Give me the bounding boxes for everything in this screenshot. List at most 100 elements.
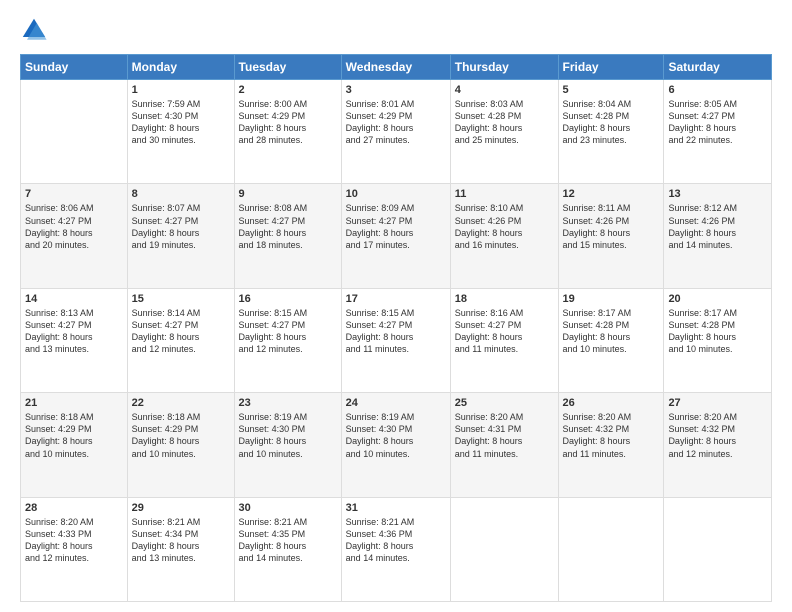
- calendar-cell: 2Sunrise: 8:00 AM Sunset: 4:29 PM Daylig…: [234, 80, 341, 184]
- calendar-cell: 1 Sunrise: 7:59 AM Sunset: 4:30 PM Daylig…: [127, 80, 234, 184]
- day-info: Sunrise: 8:18 AM Sunset: 4:29 PM Dayligh…: [132, 411, 230, 460]
- calendar-cell: 18 Sunrise: 8:16 AM Sunset: 4:27 PM Dayli…: [450, 288, 558, 392]
- day-number: 14: [25, 293, 123, 305]
- logo-icon: [20, 16, 48, 44]
- day-info: Sunrise: 8:12 AM Sunset: 4:26 PM Dayligh…: [668, 202, 767, 251]
- calendar-week-row: 1 Sunrise: 7:59 AM Sunset: 4:30 PM Daylig…: [21, 80, 772, 184]
- day-number: 15: [132, 293, 230, 305]
- calendar-week-row: 28 Sunrise: 8:20 AM Sunset: 4:33 PM Dayli…: [21, 497, 772, 601]
- calendar-cell: [21, 80, 128, 184]
- calendar-cell: 21 Sunrise: 8:18 AM Sunset: 4:29 PM Dayli…: [21, 393, 128, 497]
- day-info: Sunrise: 7:59 AM Sunset: 4:30 PM Dayligh…: [132, 98, 230, 147]
- page: SundayMondayTuesdayWednesdayThursdayFrid…: [0, 0, 792, 612]
- calendar-cell: [558, 497, 664, 601]
- day-number: 24: [346, 397, 446, 409]
- header: [20, 16, 772, 44]
- calendar-week-row: 14 Sunrise: 8:13 AM Sunset: 4:27 PM Dayli…: [21, 288, 772, 392]
- calendar-cell: 20 Sunrise: 8:17 AM Sunset: 4:28 PM Dayli…: [664, 288, 772, 392]
- day-number: 10: [346, 188, 446, 200]
- day-info: Sunrise: 8:19 AM Sunset: 4:30 PM Dayligh…: [346, 411, 446, 460]
- calendar-cell: 8Sunrise: 8:07 AM Sunset: 4:27 PM Daylig…: [127, 184, 234, 288]
- calendar-header: SundayMondayTuesdayWednesdayThursdayFrid…: [21, 55, 772, 80]
- day-info: Sunrise: 8:19 AM Sunset: 4:30 PM Dayligh…: [239, 411, 337, 460]
- day-info: Sunrise: 8:08 AM Sunset: 4:27 PM Dayligh…: [239, 202, 337, 251]
- day-number: 18: [455, 293, 554, 305]
- calendar-cell: 4 Sunrise: 8:03 AM Sunset: 4:28 PM Daylig…: [450, 80, 558, 184]
- calendar-cell: 6Sunrise: 8:05 AM Sunset: 4:27 PM Daylig…: [664, 80, 772, 184]
- day-info: Sunrise: 8:00 AM Sunset: 4:29 PM Dayligh…: [239, 98, 337, 147]
- day-info: Sunrise: 8:15 AM Sunset: 4:27 PM Dayligh…: [239, 307, 337, 356]
- day-info: Sunrise: 8:14 AM Sunset: 4:27 PM Dayligh…: [132, 307, 230, 356]
- header-cell-sunday: Sunday: [21, 55, 128, 80]
- day-number: 5: [563, 84, 660, 96]
- day-number: 13: [668, 188, 767, 200]
- day-number: 9: [239, 188, 337, 200]
- calendar-cell: 9 Sunrise: 8:08 AM Sunset: 4:27 PM Daylig…: [234, 184, 341, 288]
- header-cell-saturday: Saturday: [664, 55, 772, 80]
- day-info: Sunrise: 8:20 AM Sunset: 4:32 PM Dayligh…: [668, 411, 767, 460]
- day-info: Sunrise: 8:20 AM Sunset: 4:31 PM Dayligh…: [455, 411, 554, 460]
- day-number: 16: [239, 293, 337, 305]
- calendar-cell: 23 Sunrise: 8:19 AM Sunset: 4:30 PM Dayli…: [234, 393, 341, 497]
- calendar-cell: 24 Sunrise: 8:19 AM Sunset: 4:30 PM Dayli…: [341, 393, 450, 497]
- day-number: 23: [239, 397, 337, 409]
- day-info: Sunrise: 8:03 AM Sunset: 4:28 PM Dayligh…: [455, 98, 554, 147]
- day-number: 30: [239, 502, 337, 514]
- header-row: SundayMondayTuesdayWednesdayThursdayFrid…: [21, 55, 772, 80]
- day-number: 19: [563, 293, 660, 305]
- calendar-cell: 31Sunrise: 8:21 AM Sunset: 4:36 PM Dayli…: [341, 497, 450, 601]
- day-number: 1: [132, 84, 230, 96]
- calendar-cell: 12Sunrise: 8:11 AM Sunset: 4:26 PM Dayli…: [558, 184, 664, 288]
- day-info: Sunrise: 8:09 AM Sunset: 4:27 PM Dayligh…: [346, 202, 446, 251]
- day-number: 3: [346, 84, 446, 96]
- calendar-cell: 27 Sunrise: 8:20 AM Sunset: 4:32 PM Dayli…: [664, 393, 772, 497]
- calendar-cell: 3 Sunrise: 8:01 AM Sunset: 4:29 PM Daylig…: [341, 80, 450, 184]
- calendar-cell: 28 Sunrise: 8:20 AM Sunset: 4:33 PM Dayli…: [21, 497, 128, 601]
- calendar-cell: 15 Sunrise: 8:14 AM Sunset: 4:27 PM Dayli…: [127, 288, 234, 392]
- calendar-cell: 17Sunrise: 8:15 AM Sunset: 4:27 PM Dayli…: [341, 288, 450, 392]
- calendar-cell: 14 Sunrise: 8:13 AM Sunset: 4:27 PM Dayli…: [21, 288, 128, 392]
- day-info: Sunrise: 8:16 AM Sunset: 4:27 PM Dayligh…: [455, 307, 554, 356]
- calendar-cell: 7 Sunrise: 8:06 AM Sunset: 4:27 PM Daylig…: [21, 184, 128, 288]
- header-cell-wednesday: Wednesday: [341, 55, 450, 80]
- day-info: Sunrise: 8:04 AM Sunset: 4:28 PM Dayligh…: [563, 98, 660, 147]
- logo: [20, 16, 52, 44]
- calendar-cell: 22 Sunrise: 8:18 AM Sunset: 4:29 PM Dayli…: [127, 393, 234, 497]
- header-cell-thursday: Thursday: [450, 55, 558, 80]
- calendar-cell: 29Sunrise: 8:21 AM Sunset: 4:34 PM Dayli…: [127, 497, 234, 601]
- day-info: Sunrise: 8:20 AM Sunset: 4:33 PM Dayligh…: [25, 516, 123, 565]
- day-number: 26: [563, 397, 660, 409]
- calendar-table: SundayMondayTuesdayWednesdayThursdayFrid…: [20, 54, 772, 602]
- day-info: Sunrise: 8:17 AM Sunset: 4:28 PM Dayligh…: [668, 307, 767, 356]
- calendar-cell: 26 Sunrise: 8:20 AM Sunset: 4:32 PM Dayli…: [558, 393, 664, 497]
- calendar-cell: 19 Sunrise: 8:17 AM Sunset: 4:28 PM Dayli…: [558, 288, 664, 392]
- day-info: Sunrise: 8:06 AM Sunset: 4:27 PM Dayligh…: [25, 202, 123, 251]
- calendar-cell: [450, 497, 558, 601]
- day-info: Sunrise: 8:13 AM Sunset: 4:27 PM Dayligh…: [25, 307, 123, 356]
- header-cell-friday: Friday: [558, 55, 664, 80]
- day-info: Sunrise: 8:21 AM Sunset: 4:34 PM Dayligh…: [132, 516, 230, 565]
- calendar-week-row: 21 Sunrise: 8:18 AM Sunset: 4:29 PM Dayli…: [21, 393, 772, 497]
- day-number: 20: [668, 293, 767, 305]
- day-info: Sunrise: 8:07 AM Sunset: 4:27 PM Dayligh…: [132, 202, 230, 251]
- day-info: Sunrise: 8:17 AM Sunset: 4:28 PM Dayligh…: [563, 307, 660, 356]
- calendar-body: 1 Sunrise: 7:59 AM Sunset: 4:30 PM Daylig…: [21, 80, 772, 602]
- day-info: Sunrise: 8:01 AM Sunset: 4:29 PM Dayligh…: [346, 98, 446, 147]
- header-cell-tuesday: Tuesday: [234, 55, 341, 80]
- day-number: 7: [25, 188, 123, 200]
- day-number: 21: [25, 397, 123, 409]
- day-number: 28: [25, 502, 123, 514]
- day-info: Sunrise: 8:18 AM Sunset: 4:29 PM Dayligh…: [25, 411, 123, 460]
- day-info: Sunrise: 8:20 AM Sunset: 4:32 PM Dayligh…: [563, 411, 660, 460]
- day-number: 27: [668, 397, 767, 409]
- day-number: 6: [668, 84, 767, 96]
- calendar-cell: 16 Sunrise: 8:15 AM Sunset: 4:27 PM Dayli…: [234, 288, 341, 392]
- calendar-cell: 5 Sunrise: 8:04 AM Sunset: 4:28 PM Daylig…: [558, 80, 664, 184]
- calendar-cell: 10 Sunrise: 8:09 AM Sunset: 4:27 PM Dayli…: [341, 184, 450, 288]
- day-number: 22: [132, 397, 230, 409]
- day-info: Sunrise: 8:21 AM Sunset: 4:36 PM Dayligh…: [346, 516, 446, 565]
- day-info: Sunrise: 8:15 AM Sunset: 4:27 PM Dayligh…: [346, 307, 446, 356]
- calendar-cell: 25Sunrise: 8:20 AM Sunset: 4:31 PM Dayli…: [450, 393, 558, 497]
- day-number: 4: [455, 84, 554, 96]
- calendar-cell: 13 Sunrise: 8:12 AM Sunset: 4:26 PM Dayli…: [664, 184, 772, 288]
